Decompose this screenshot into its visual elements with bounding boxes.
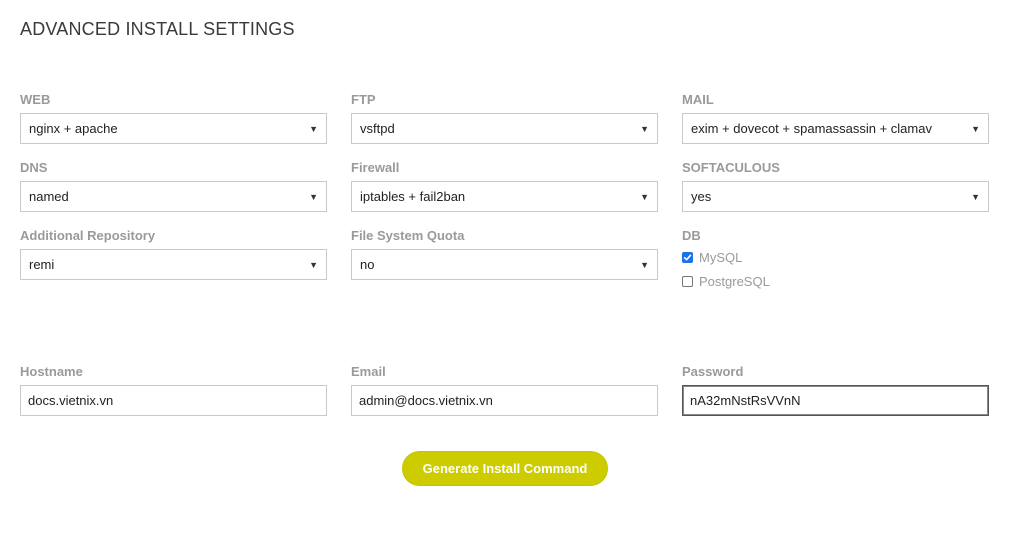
db-option-mysql[interactable]: MySQL (682, 249, 989, 265)
dns-field: DNS named ▼ (20, 160, 327, 212)
softaculous-field: SOFTACULOUS yes ▼ (682, 160, 989, 212)
dns-select-value: named (29, 189, 69, 204)
checkmark-icon (683, 254, 692, 260)
ftp-select-value: vsftpd (360, 121, 395, 136)
ftp-field: FTP vsftpd ▼ (351, 92, 658, 144)
web-select[interactable]: nginx + apache ▼ (20, 113, 327, 144)
firewall-select[interactable]: iptables + fail2ban ▼ (351, 181, 658, 212)
ftp-label: FTP (351, 92, 376, 107)
postgresql-label: PostgreSQL (699, 273, 770, 289)
mail-field: MAIL exim + dovecot + spamassassin + cla… (682, 92, 989, 144)
generate-install-command-button[interactable]: Generate Install Command (403, 452, 607, 485)
email-field: Email (351, 364, 658, 416)
chevron-down-icon: ▼ (309, 259, 318, 270)
password-field: Password (682, 364, 989, 416)
web-select-value: nginx + apache (29, 121, 118, 136)
quota-field: File System Quota no ▼ (351, 228, 658, 280)
softaculous-label: SOFTACULOUS (682, 160, 780, 175)
db-option-postgresql[interactable]: PostgreSQL (682, 273, 989, 289)
firewall-label: Firewall (351, 160, 400, 175)
quota-label: File System Quota (351, 228, 465, 243)
chevron-down-icon: ▼ (309, 123, 318, 134)
mail-select-value: exim + dovecot + spamassassin + clamav (691, 121, 932, 136)
mail-select[interactable]: exim + dovecot + spamassassin + clamav ▼ (682, 113, 989, 144)
chevron-down-icon: ▼ (309, 191, 318, 202)
repository-field: Additional Repository remi ▼ (20, 228, 327, 280)
dns-select[interactable]: named ▼ (20, 181, 327, 212)
mail-label: MAIL (682, 92, 714, 107)
softaculous-select-value: yes (691, 189, 712, 204)
quota-select[interactable]: no ▼ (351, 249, 658, 280)
email-input[interactable] (351, 385, 658, 416)
dns-label: DNS (20, 160, 48, 175)
db-label: DB (682, 228, 701, 243)
firewall-select-value: iptables + fail2ban (360, 189, 466, 204)
firewall-field: Firewall iptables + fail2ban ▼ (351, 160, 658, 212)
password-input[interactable] (682, 385, 989, 416)
web-label: WEB (20, 92, 51, 107)
ftp-select[interactable]: vsftpd ▼ (351, 113, 658, 144)
repository-label: Additional Repository (20, 228, 156, 243)
hostname-field: Hostname (20, 364, 327, 416)
password-label: Password (682, 364, 744, 379)
quota-select-value: no (360, 257, 375, 272)
softaculous-select[interactable]: yes ▼ (682, 181, 989, 212)
chevron-down-icon: ▼ (640, 123, 649, 134)
page-title: ADVANCED INSTALL SETTINGS (20, 19, 295, 39)
chevron-down-icon: ▼ (640, 191, 649, 202)
hostname-input[interactable] (20, 385, 327, 416)
web-field: WEB nginx + apache ▼ (20, 92, 327, 144)
postgresql-checkbox[interactable] (682, 275, 693, 287)
repository-select[interactable]: remi ▼ (20, 249, 327, 280)
db-field: DB MySQL PostgreSQL (682, 228, 989, 297)
mysql-label: MySQL (699, 249, 743, 265)
mysql-checkbox[interactable] (682, 251, 693, 263)
repository-select-value: remi (29, 257, 55, 272)
chevron-down-icon: ▼ (640, 259, 649, 270)
chevron-down-icon: ▼ (971, 123, 980, 134)
email-label: Email (351, 364, 386, 379)
hostname-label: Hostname (20, 364, 83, 379)
chevron-down-icon: ▼ (971, 191, 980, 202)
